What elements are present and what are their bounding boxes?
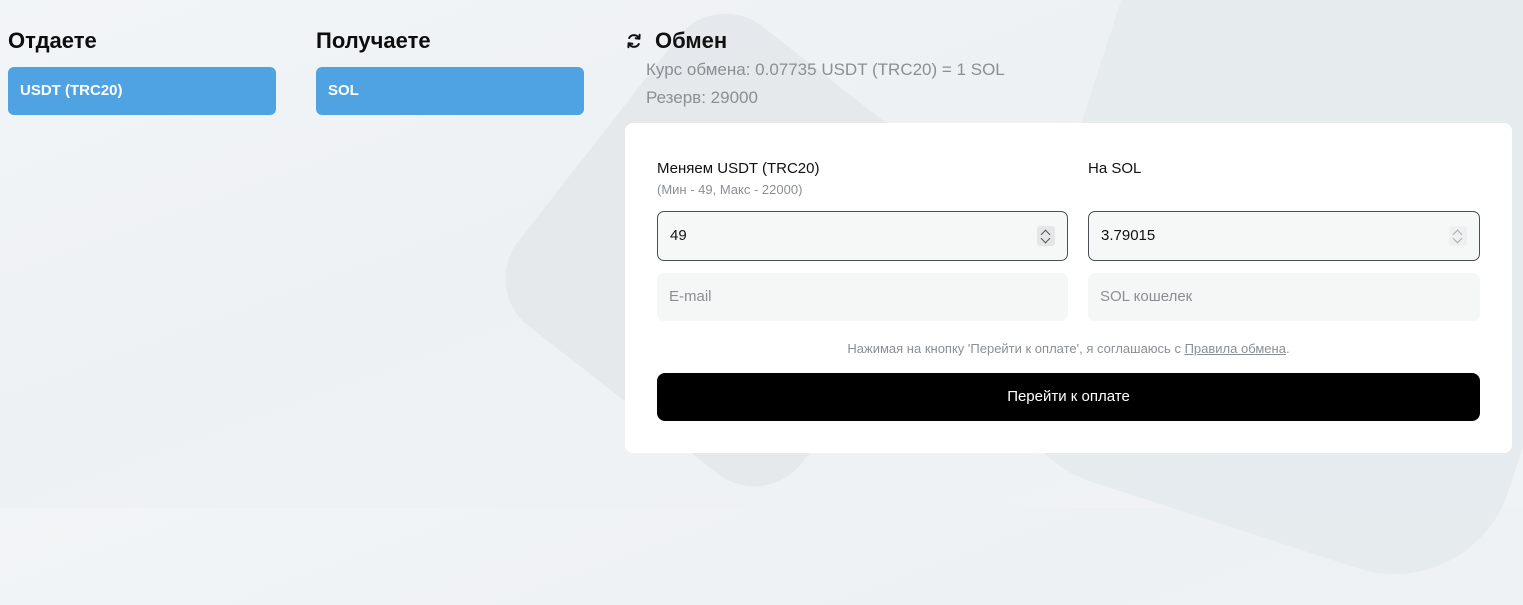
terms-text: Нажимая на кнопку 'Перейти к оплате', я … [847,341,1181,356]
terms-notice: Нажимая на кнопку 'Перейти к оплате', я … [625,341,1512,357]
from-label: Меняем USDT (TRC20) [657,160,820,177]
proceed-to-payment-button[interactable]: Перейти к оплате [657,373,1480,421]
receive-title: Получаете [316,28,431,53]
receive-currency-button[interactable]: SOL [316,67,584,115]
from-limits: (Мин - 49, Макс - 22000) [657,182,803,197]
to-amount-input[interactable]: 3.79015 [1088,211,1480,261]
email-placeholder: E-mail [669,288,712,305]
exchange-header: Обмен [625,28,727,54]
terms-link[interactable]: Правила обмена [1185,341,1286,356]
email-field[interactable]: E-mail [657,273,1068,321]
refresh-icon[interactable] [625,32,643,50]
wallet-placeholder: SOL кошелек [1100,288,1193,305]
exchange-title: Обмен [655,28,728,53]
from-amount-value: 49 [670,227,687,244]
to-label: На SOL [1088,160,1142,177]
wallet-field[interactable]: SOL кошелек [1088,273,1480,321]
to-amount-stepper[interactable] [1449,226,1467,246]
give-currency-button[interactable]: USDT (TRC20) [8,67,276,115]
exchange-reserve: Резерв: 29000 [646,88,758,107]
terms-end: . [1285,341,1290,356]
exchange-rate: Курс обмена: 0.07735 USDT (TRC20) = 1 SO… [646,60,1005,79]
from-amount-stepper[interactable] [1037,226,1055,246]
give-title: Отдаете [8,28,97,53]
from-amount-input[interactable]: 49 [657,211,1068,261]
exchange-form-card: Меняем USDT (TRC20) (Мин - 49, Макс - 22… [625,123,1512,453]
to-amount-value: 3.79015 [1101,227,1156,244]
